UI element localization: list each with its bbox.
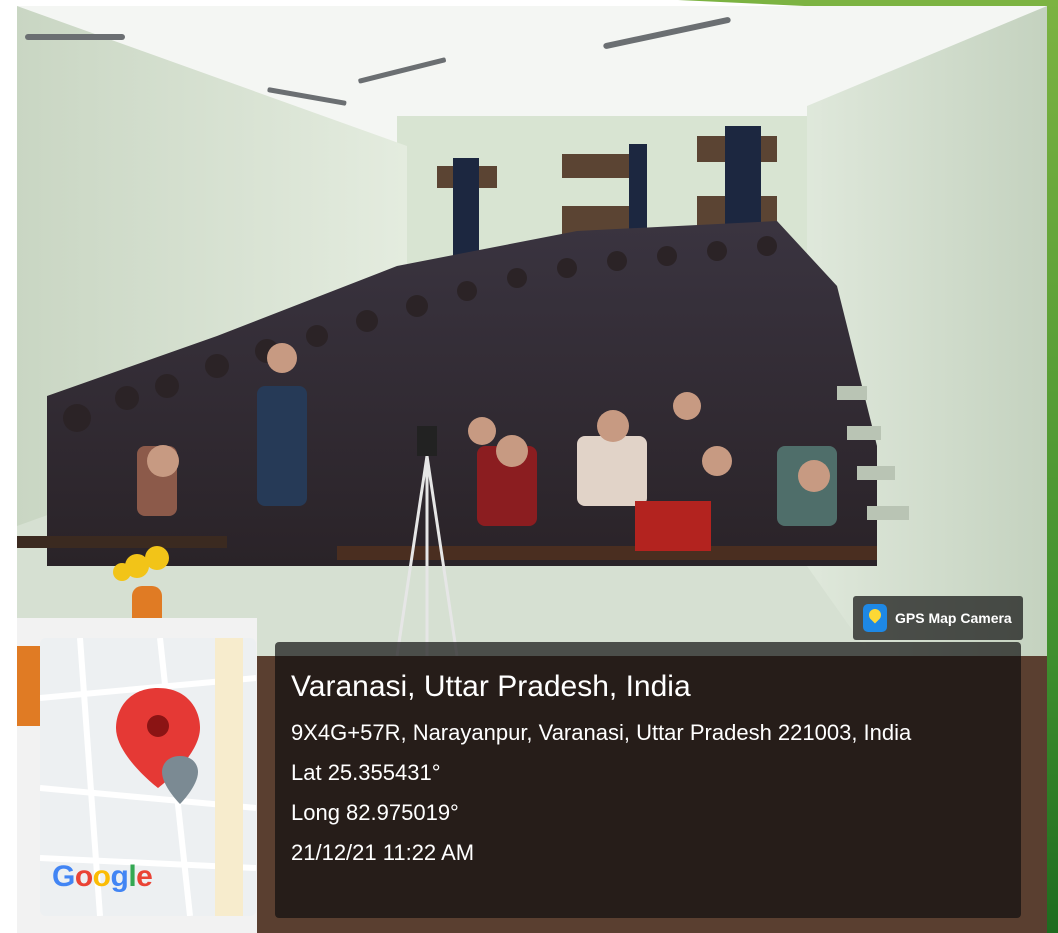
latitude-line: Lat 25.355431°: [291, 760, 441, 785]
accent-side-bar: [1046, 0, 1058, 933]
google-logo: Google: [52, 860, 153, 893]
map-thumbnail: Google: [40, 638, 256, 916]
gps-badge-label: GPS Map Camera: [895, 610, 1012, 626]
lecture-hall-photo: GPS Map Camera Google Varanasi, Uttar Pr…: [17, 6, 1047, 933]
place-title: Varanasi, Uttar Pradesh, India: [291, 670, 691, 703]
address-line: 9X4G+57R, Narayanpur, Varanasi, Uttar Pr…: [291, 720, 912, 745]
location-info-panel: Varanasi, Uttar Pradesh, India 9X4G+57R,…: [275, 642, 1021, 918]
datetime-line: 21/12/21 11:22 AM: [291, 840, 475, 865]
longitude-line: Long 82.975019°: [291, 800, 459, 825]
gps-map-camera-badge: GPS Map Camera: [853, 596, 1023, 640]
gps-map-camera-icon: [863, 604, 887, 632]
